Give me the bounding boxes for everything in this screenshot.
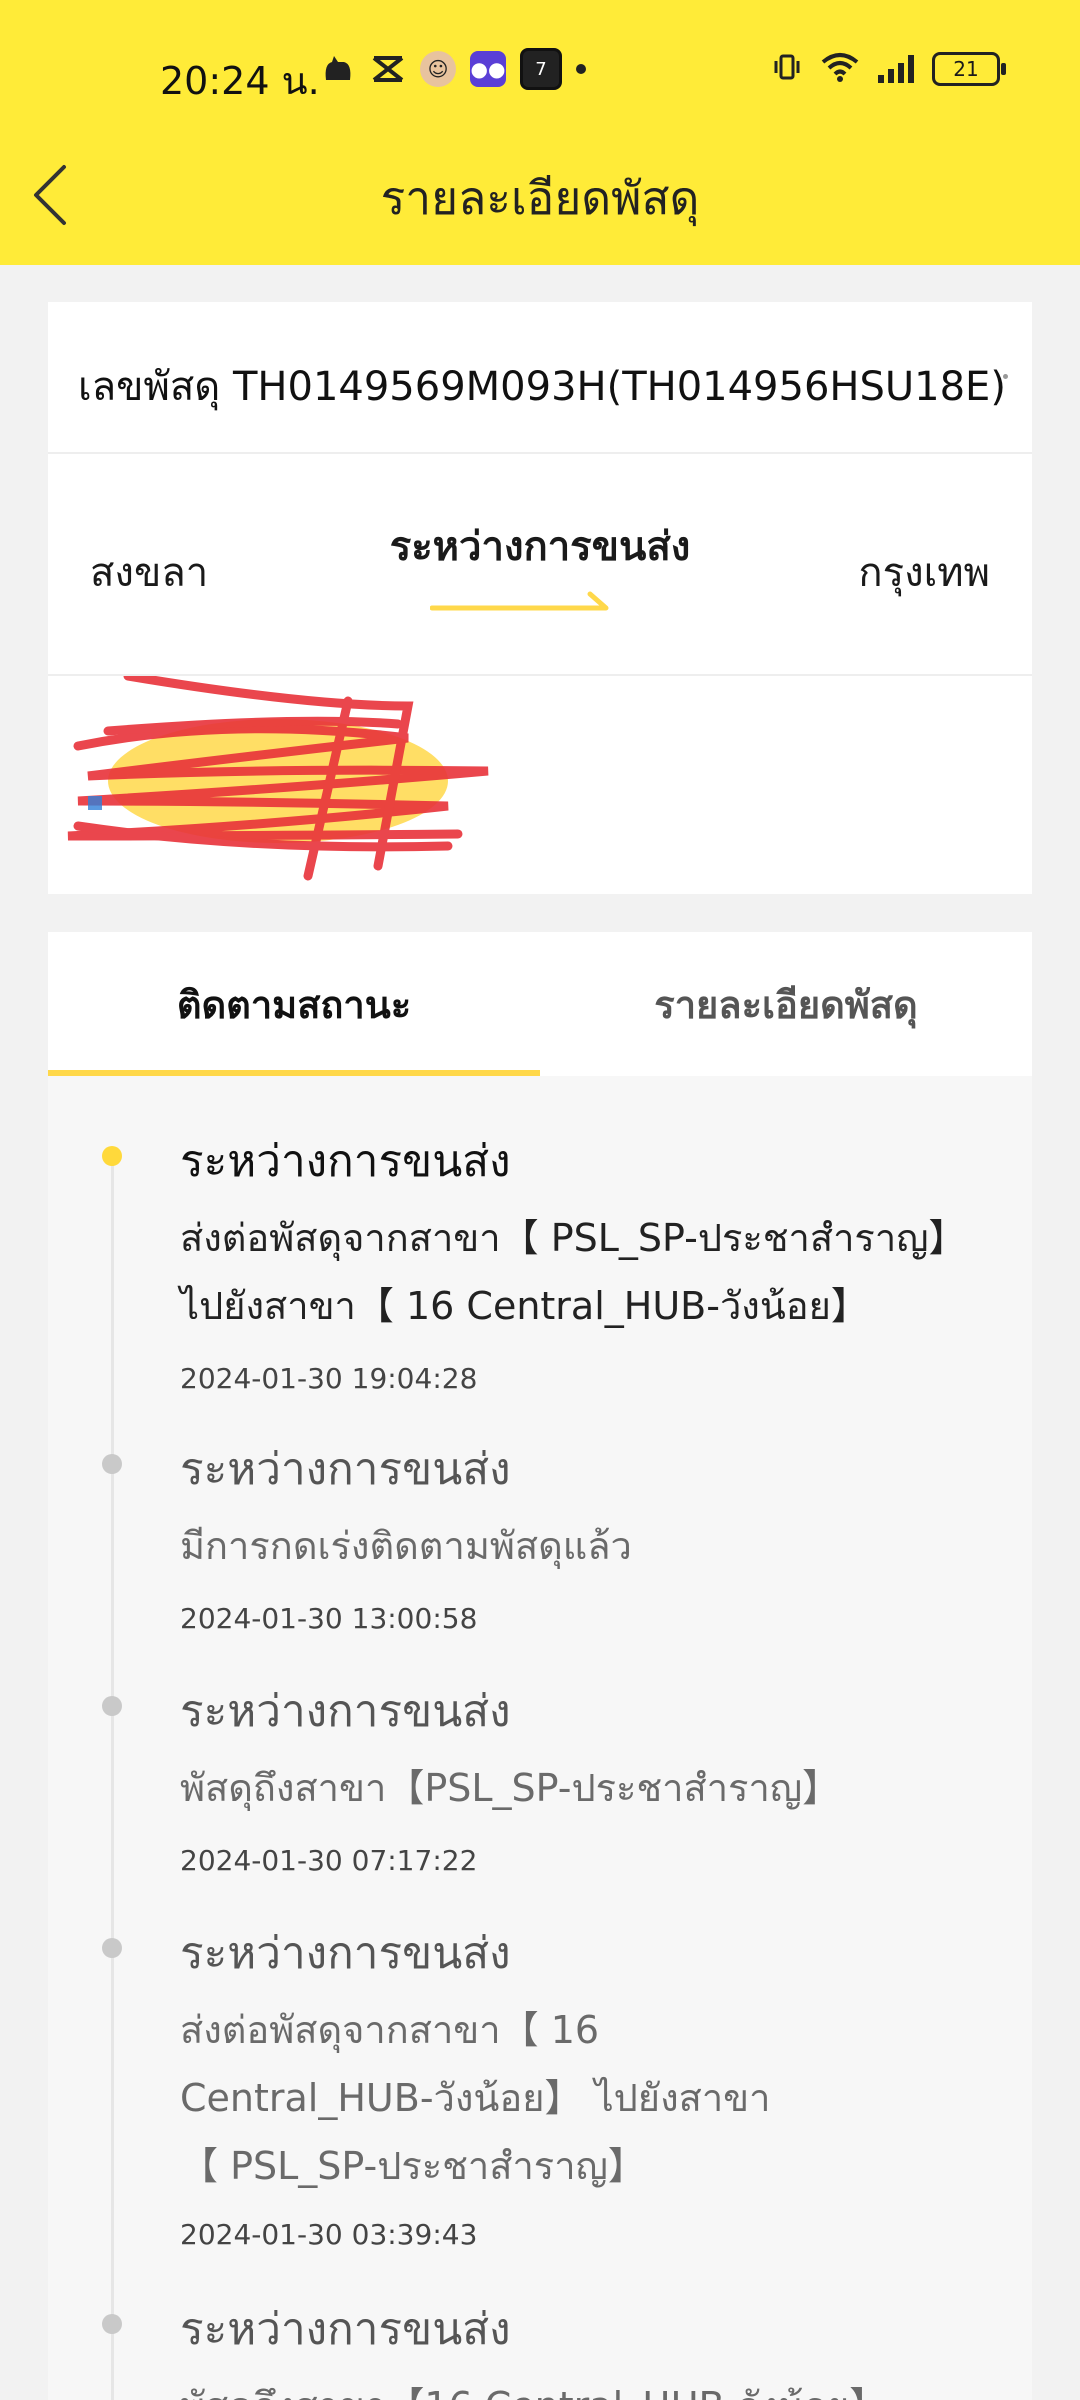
timeline-title: ระหว่างการขนส่ง: [180, 1928, 511, 1979]
app-header: 20:24 น. ☺ ●● 7 21 รายละเอียดพัสดุ: [0, 0, 1080, 265]
timeline-time: 2024-01-30 19:04:28: [180, 1362, 478, 1395]
tab-track-status[interactable]: ติดตามสถานะ: [48, 932, 540, 1076]
timeline-title: ระหว่างการขนส่ง: [180, 1136, 511, 1187]
timeline-dot: [102, 2314, 122, 2334]
tracking-number-row[interactable]: เลขพัสดุ TH0149569M093H(TH014956HSU18E): [48, 302, 1032, 454]
battery-icon: 21: [932, 52, 1006, 86]
timeline-dot: [102, 1938, 122, 1958]
nav-row: รายละเอียดพัสดุ: [0, 140, 1080, 250]
avatar-icon: ☺: [420, 51, 456, 87]
timeline-time: 2024-01-30 13:00:58: [180, 1602, 478, 1635]
timeline-description: พัสดุถึงสาขา【16 Central_HUB-วังน้อย】: [180, 2372, 1010, 2400]
seven-eleven-icon: 7: [520, 48, 562, 90]
redacted-info: [48, 671, 1032, 894]
page-title: รายละเอียดพัสดุ: [380, 171, 700, 225]
vibrate-icon: [772, 52, 802, 86]
route-arrow-icon: [430, 591, 609, 611]
status-time: 20:24 น.: [160, 59, 320, 103]
timeline-dot: [102, 1696, 122, 1716]
timeline-description: พัสดุถึงสาขา【PSL_SP-ประชาสำราญ】: [180, 1766, 841, 1810]
timeline-title: ระหว่างการขนส่ง: [180, 1686, 511, 1737]
timeline-time: 2024-01-30 03:39:43: [180, 2218, 478, 2251]
detail-tabs: ติดตามสถานะ รายละเอียดพัสดุ: [48, 932, 1032, 1076]
tracking-number: เลขพัสดุ TH0149569M093H(TH014956HSU18E): [78, 364, 1006, 410]
wifi-icon: [820, 52, 860, 86]
timeline-description: ส่งต่อพัสดุจากสาขา【 16 Central_HUB-วังน้…: [180, 2008, 771, 2188]
timeline-description: มีการกดเร่งติดตามพัสดุแล้ว: [180, 1524, 632, 1568]
game-controller-icon: ●●: [470, 51, 506, 87]
cat-notification-icon: [320, 51, 356, 87]
capcut-icon: [370, 51, 406, 87]
timeline-time: 2024-01-30 07:17:22: [180, 1844, 478, 1877]
timeline-description: ส่งต่อพัสดุจากสาขา【 PSL_SP-ประชาสำราญ】 ไ…: [180, 1216, 967, 1328]
tab-parcel-details[interactable]: รายละเอียดพัสดุ: [540, 932, 1032, 1076]
timeline-title: ระหว่างการขนส่ง: [180, 1444, 511, 1495]
more-dot-icon: [1003, 374, 1008, 379]
timeline-dot-active: [102, 1146, 122, 1166]
route-destination: กรุงเทพ: [858, 550, 990, 596]
signal-icon: [878, 55, 914, 83]
notification-icons: ☺ ●● 7: [320, 48, 586, 90]
dot-icon: [576, 64, 586, 74]
timeline-dot: [102, 1454, 122, 1474]
status-bar: 20:24 น. ☺ ●● 7 21: [0, 30, 1080, 115]
route-summary: สงขลา ระหว่างการขนส่ง กรุงเทพ: [48, 454, 1032, 676]
tracking-timeline: ระหว่างการขนส่ง ส่งต่อพัสดุจากสาขา【 PSL_…: [48, 1076, 1032, 2400]
timeline-line: [111, 1156, 114, 2400]
system-icons: 21: [772, 52, 1006, 86]
timeline-title: ระหว่างการขนส่ง: [180, 2304, 511, 2355]
redaction-scribble: [67, 671, 489, 881]
